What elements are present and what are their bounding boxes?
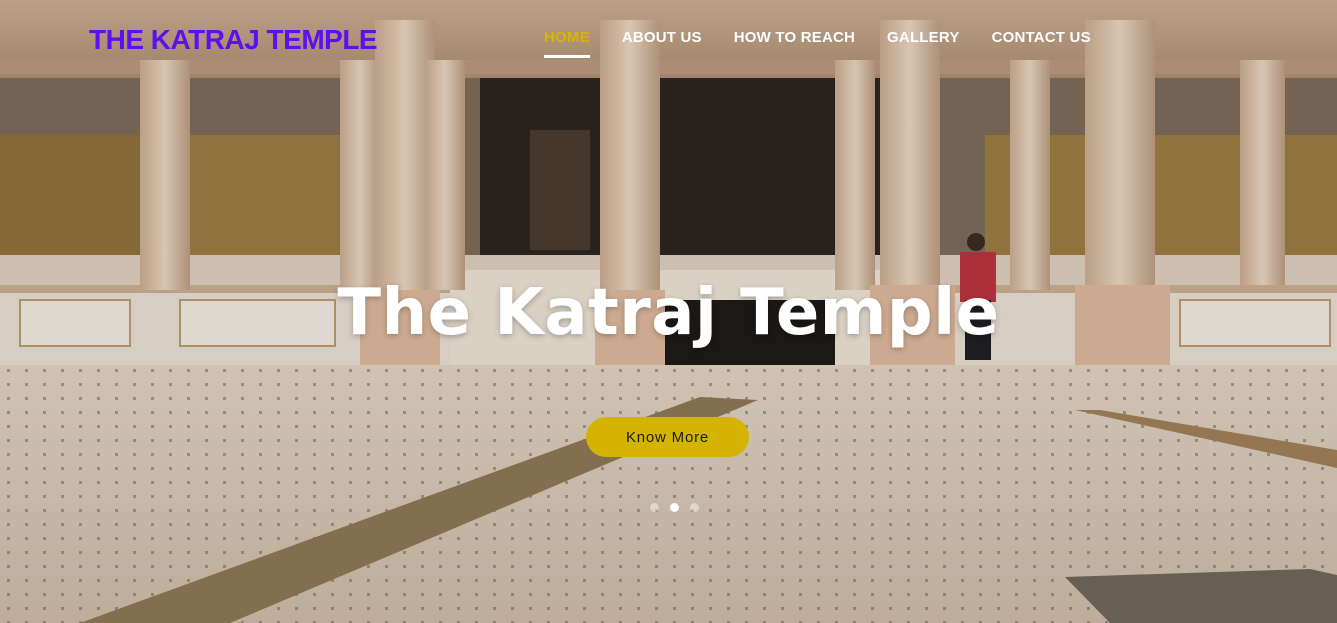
nav-link-home[interactable]: HOME — [528, 28, 606, 58]
hero-title: The Katraj Temple — [337, 276, 1000, 350]
nav-link-how-to-reach[interactable]: HOW TO REACH — [718, 28, 871, 58]
nav-item-about-us: ABOUT US — [606, 28, 718, 58]
know-more-button[interactable]: Know More — [586, 417, 749, 457]
hero-section: THE KATRAJ TEMPLE HOME ABOUT US HOW TO R… — [0, 0, 1337, 623]
nav-link-gallery[interactable]: GALLERY — [871, 28, 976, 58]
carousel-indicators — [650, 503, 710, 512]
carousel-dot-1[interactable] — [650, 503, 659, 512]
site-brand-logo[interactable]: THE KATRAJ TEMPLE — [89, 24, 378, 56]
nav-menu: HOME ABOUT US HOW TO REACH GALLERY CONTA… — [528, 28, 1107, 58]
nav-link-contact-us[interactable]: CONTACT US — [976, 28, 1107, 58]
nav-link-about-us[interactable]: ABOUT US — [606, 28, 718, 58]
carousel-dot-2[interactable] — [670, 503, 679, 512]
nav-item-how-to-reach: HOW TO REACH — [718, 28, 871, 58]
nav-item-gallery: GALLERY — [871, 28, 976, 58]
carousel-dot-3[interactable] — [690, 503, 699, 512]
nav-item-home: HOME — [528, 28, 606, 58]
navbar: THE KATRAJ TEMPLE HOME ABOUT US HOW TO R… — [0, 0, 1337, 80]
nav-item-contact-us: CONTACT US — [976, 28, 1107, 58]
